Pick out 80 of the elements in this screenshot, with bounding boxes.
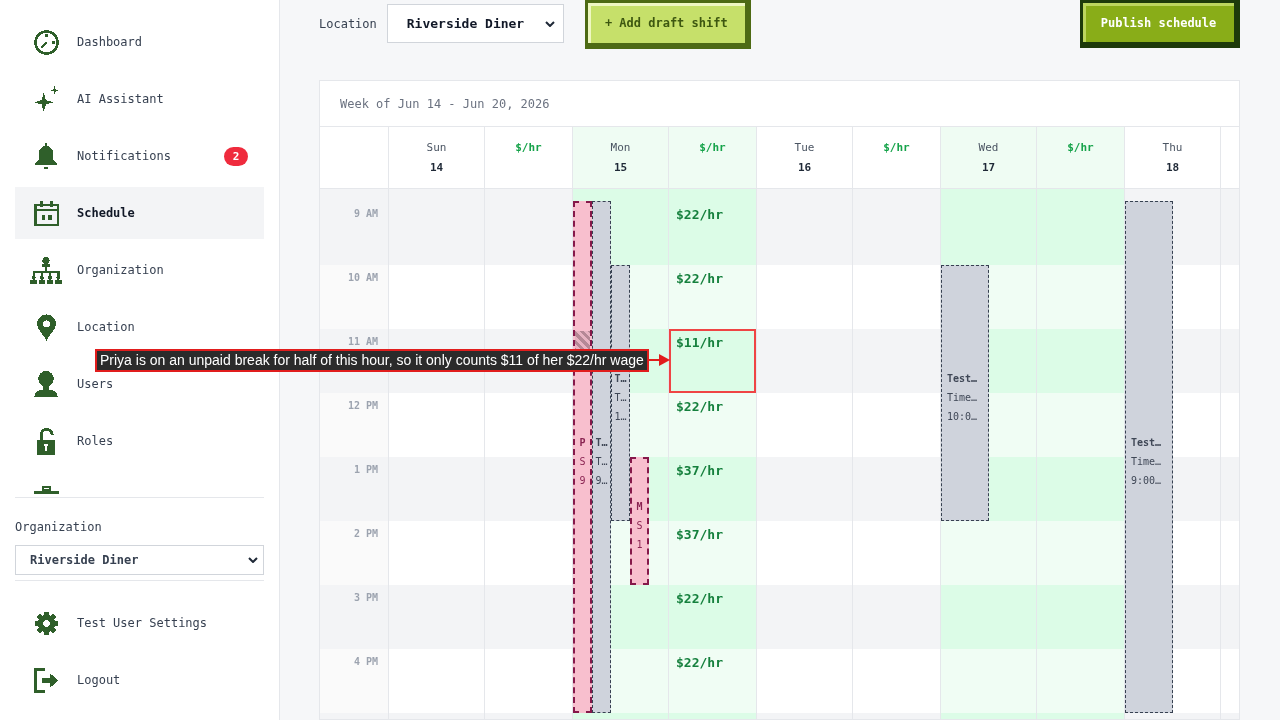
time-label: 3 PM (353, 592, 378, 603)
time-label: 10 AM (347, 272, 378, 283)
briefcase-icon (33, 486, 59, 494)
nav-item[interactable]: AI Assistant (15, 84, 264, 114)
shift-text: T… (614, 371, 627, 386)
nav-item[interactable]: Schedule (15, 187, 264, 239)
rate-column-header: $/hr (1037, 127, 1125, 188)
person-silhouette-icon (34, 371, 58, 397)
shift-block[interactable]: Test… Time… 9:00… (1125, 201, 1173, 713)
nav-item[interactable]: Logout (15, 665, 264, 695)
time-label: 2 PM (353, 528, 378, 539)
gauge-icon (33, 29, 59, 55)
day-name: Wed (978, 140, 999, 155)
rate-cell-text: $37/hr (675, 462, 724, 480)
nav-item[interactable]: Dashboard (15, 27, 264, 57)
shift-text: M (636, 499, 643, 514)
shift-text: 10:0… (947, 409, 979, 424)
shift-text: Time… (1131, 454, 1163, 469)
location-select[interactable]: Riverside Diner (386, 4, 564, 43)
rate-cell-text: $22/hr (675, 398, 724, 416)
nav-item[interactable]: Organization (15, 255, 264, 285)
day-date: 18 (1165, 160, 1180, 175)
org-chart-icon (30, 256, 62, 284)
rate-cell: $11/hr (669, 329, 756, 393)
day-date: 16 (797, 160, 812, 175)
shift-text: 9 (579, 473, 586, 488)
shift-text: T… (595, 435, 608, 450)
shift-text: T… (614, 390, 627, 405)
add-draft-shift-button[interactable]: + Add draft shift (584, 0, 751, 49)
chevron-down-icon (248, 557, 258, 563)
nav-item[interactable]: Roles (15, 426, 264, 456)
day-name: Tue (794, 140, 815, 155)
day-name: Thu (1162, 140, 1183, 155)
shift-text: 1… (614, 409, 627, 424)
organization-label: Organization (15, 519, 102, 535)
organization-select[interactable]: Riverside Diner (15, 545, 264, 575)
nav-item[interactable]: Users (15, 369, 264, 399)
bell-icon (34, 143, 58, 169)
day-name: Mon (610, 140, 631, 155)
shift-text: S (579, 454, 586, 469)
time-label: 1 PM (353, 464, 378, 475)
rate-cell-text: $22/hr (675, 590, 724, 608)
shift-block[interactable]: M S 1 (630, 457, 649, 585)
rate-cell-text: $22/hr (675, 206, 724, 224)
shift-text: 9:00… (1131, 473, 1163, 488)
rate-cell-text: $22/hr (675, 270, 724, 288)
gear-icon (33, 610, 59, 636)
calendar-icon (33, 200, 59, 226)
nav-item[interactable]: Test User Settings (15, 608, 264, 638)
shift-text: 9… (595, 473, 608, 488)
notification-badge: 2 (224, 146, 248, 166)
time-label: 11 AM (347, 336, 378, 347)
shift-text: Time… (947, 390, 979, 405)
rate-column-header: $/hr (669, 127, 757, 188)
rate-cell-text: $22/hr (675, 654, 724, 672)
day-date: 14 (429, 160, 444, 175)
location-label: Location (319, 16, 377, 32)
shift-text: S (636, 518, 643, 533)
map-pin-icon (36, 313, 56, 341)
chevron-down-icon (544, 20, 555, 27)
door-arrow-icon (33, 667, 59, 693)
time-label: 9 AM (353, 208, 378, 219)
rate-cell-text: $37/hr (675, 526, 724, 544)
shift-text: Test… (947, 371, 979, 386)
shift-text: 1 (636, 537, 643, 552)
shift-text: T… (595, 454, 608, 469)
shift-block[interactable]: Test… Time… 10:0… (941, 265, 989, 521)
time-label: 4 PM (353, 656, 378, 667)
shift-text: Test… (1131, 435, 1163, 450)
arrow-icon (647, 353, 670, 367)
nav-item[interactable]: Location (15, 312, 264, 342)
week-title: Week of Jun 14 - Jun 20, 2026 (340, 96, 550, 111)
day-date: 17 (981, 160, 996, 175)
nav-item[interactable]: Notifications 2 (15, 141, 264, 171)
day-date: 15 (613, 160, 628, 175)
shift-text: P (579, 435, 586, 450)
sparkle-icon (33, 86, 59, 112)
padlock-icon (37, 427, 55, 455)
day-name: Sun (426, 140, 447, 155)
time-label: 12 PM (347, 400, 378, 411)
